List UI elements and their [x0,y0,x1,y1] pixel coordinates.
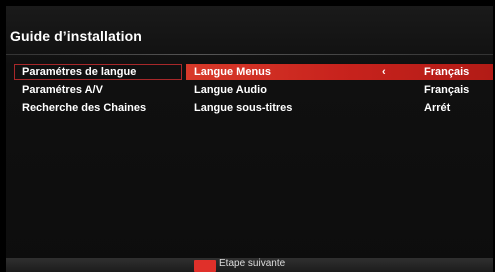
setting-label: Langue sous-titres [194,102,293,114]
menu-item-av-settings[interactable]: Paramétres A/V [14,82,182,98]
title-divider [6,54,493,55]
setting-row-menu-language[interactable]: Langue Menus ‹ Français [186,64,493,80]
setting-row-audio-language[interactable]: Langue Audio Français [186,82,493,98]
menu-item-language-settings[interactable]: Paramétres de langue [14,64,182,80]
setting-value: Arrét [424,102,451,114]
setting-label: Langue Menus [194,66,272,78]
page-title: Guide d’installation [10,28,142,44]
menu-item-label: Paramétres A/V [22,84,103,96]
menu-item-label: Recherche des Chaines [22,102,147,114]
category-menu: Paramétres de langue Paramétres A/V Rech… [14,64,182,118]
setting-value: Français [424,84,470,96]
menu-item-label: Paramétres de langue [22,66,137,78]
setting-label: Langue Audio [194,84,267,96]
footer-bar: Etape suivante [6,258,493,272]
chevron-left-icon[interactable]: ‹ [382,64,386,80]
next-step-label: Etape suivante [219,258,286,269]
setting-value: Français [424,66,470,78]
setting-row-subtitle-language[interactable]: Langue sous-titres Arrét [186,100,493,116]
setup-screen: Guide d’installation Paramétres de langu… [6,6,493,272]
red-button-icon[interactable] [194,260,216,272]
language-settings-list: Langue Menus ‹ Français Langue Audio Fra… [186,64,493,118]
menu-item-channel-search[interactable]: Recherche des Chaines [14,100,182,116]
